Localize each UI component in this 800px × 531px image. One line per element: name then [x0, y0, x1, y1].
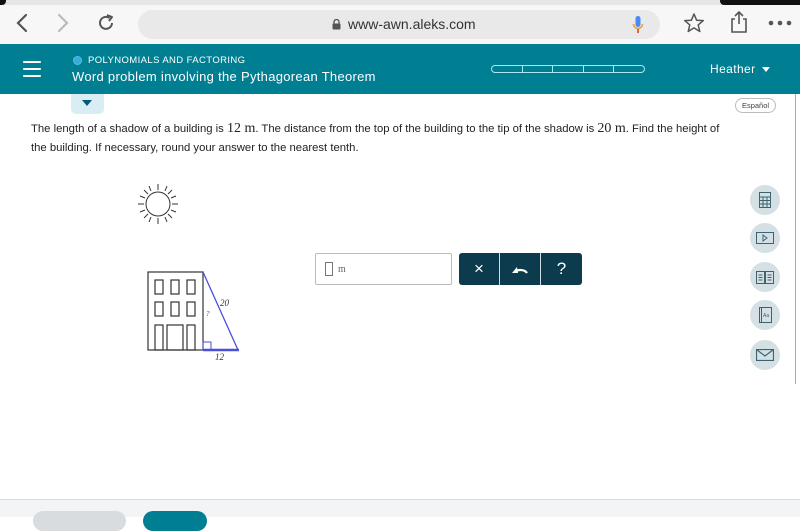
undo-button[interactable] — [500, 253, 541, 285]
reload-button[interactable] — [95, 12, 117, 34]
share-icon[interactable] — [729, 10, 749, 34]
progress-bar — [491, 65, 645, 73]
calculator-button[interactable] — [750, 185, 780, 215]
calculator-icon — [759, 192, 771, 208]
dictionary-icon: Aa — [758, 307, 772, 323]
question-icon: ? — [556, 259, 567, 278]
message-button[interactable] — [750, 340, 780, 370]
problem-statement: The length of a shadow of a building is … — [31, 121, 720, 154]
caret-down-icon — [82, 100, 92, 106]
hamburger-icon — [23, 61, 41, 63]
answer-tools: × ? — [459, 253, 582, 285]
user-menu[interactable]: Heather — [710, 62, 770, 76]
input-cursor — [325, 262, 333, 276]
topic-label: POLYNOMIALS AND FACTORING — [73, 55, 245, 66]
forward-button[interactable] — [52, 12, 74, 34]
base-label: 12 — [215, 352, 225, 362]
video-icon — [756, 232, 774, 244]
distance-value: 20 m — [597, 121, 626, 136]
message-icon — [756, 349, 774, 361]
progress-segment — [552, 65, 584, 73]
clear-button[interactable]: × — [459, 253, 500, 285]
close-icon: × — [474, 259, 484, 278]
progress-segment — [491, 65, 523, 73]
svg-text:Aa: Aa — [763, 313, 769, 319]
unit-label: m — [338, 264, 346, 275]
lock-icon — [332, 19, 341, 30]
primary-button[interactable] — [143, 511, 207, 531]
back-button[interactable] — [11, 12, 33, 34]
menu-button[interactable] — [23, 61, 41, 77]
shadow-value: 12 m — [226, 121, 256, 136]
hypotenuse-label: 20 — [220, 298, 230, 308]
topic-status-icon — [73, 56, 82, 65]
divider — [795, 94, 796, 384]
help-button[interactable]: ? — [541, 253, 582, 285]
user-name: Heather — [710, 62, 756, 76]
secondary-button[interactable] — [33, 511, 126, 531]
answer-input[interactable]: m — [315, 253, 452, 285]
dictionary-button[interactable]: Aa — [750, 300, 780, 330]
ebook-button[interactable] — [750, 262, 780, 292]
footer-bar — [0, 499, 800, 531]
chevron-left-icon — [16, 13, 28, 33]
building — [147, 271, 204, 351]
page-title: Word problem involving the Pythagorean T… — [72, 69, 376, 84]
reload-icon — [99, 14, 113, 30]
browser-toolbar: www-awn.aleks.com — [0, 0, 800, 44]
height-label: ? — [206, 310, 210, 318]
undo-icon — [512, 267, 528, 274]
progress-segment — [521, 65, 553, 73]
star-icon[interactable] — [683, 12, 705, 34]
progress-segment — [613, 65, 645, 73]
language-button[interactable]: Español — [735, 98, 776, 113]
progress-segment — [582, 65, 614, 73]
microphone-icon[interactable] — [632, 15, 644, 35]
video-button[interactable] — [750, 223, 780, 253]
address-bar[interactable]: www-awn.aleks.com — [138, 10, 660, 39]
caret-down-icon — [761, 66, 770, 72]
tab-strip — [0, 0, 800, 5]
app-header: POLYNOMIALS AND FACTORING Word problem i… — [0, 44, 800, 94]
more-icon[interactable] — [768, 20, 792, 26]
problem-figure: 20 ? 12 — [138, 184, 239, 362]
sun-icon — [138, 184, 178, 224]
ebook-icon — [756, 270, 774, 284]
chevron-right-icon — [57, 13, 69, 33]
collapse-header-button[interactable] — [71, 94, 104, 114]
url-text: www-awn.aleks.com — [348, 16, 476, 32]
